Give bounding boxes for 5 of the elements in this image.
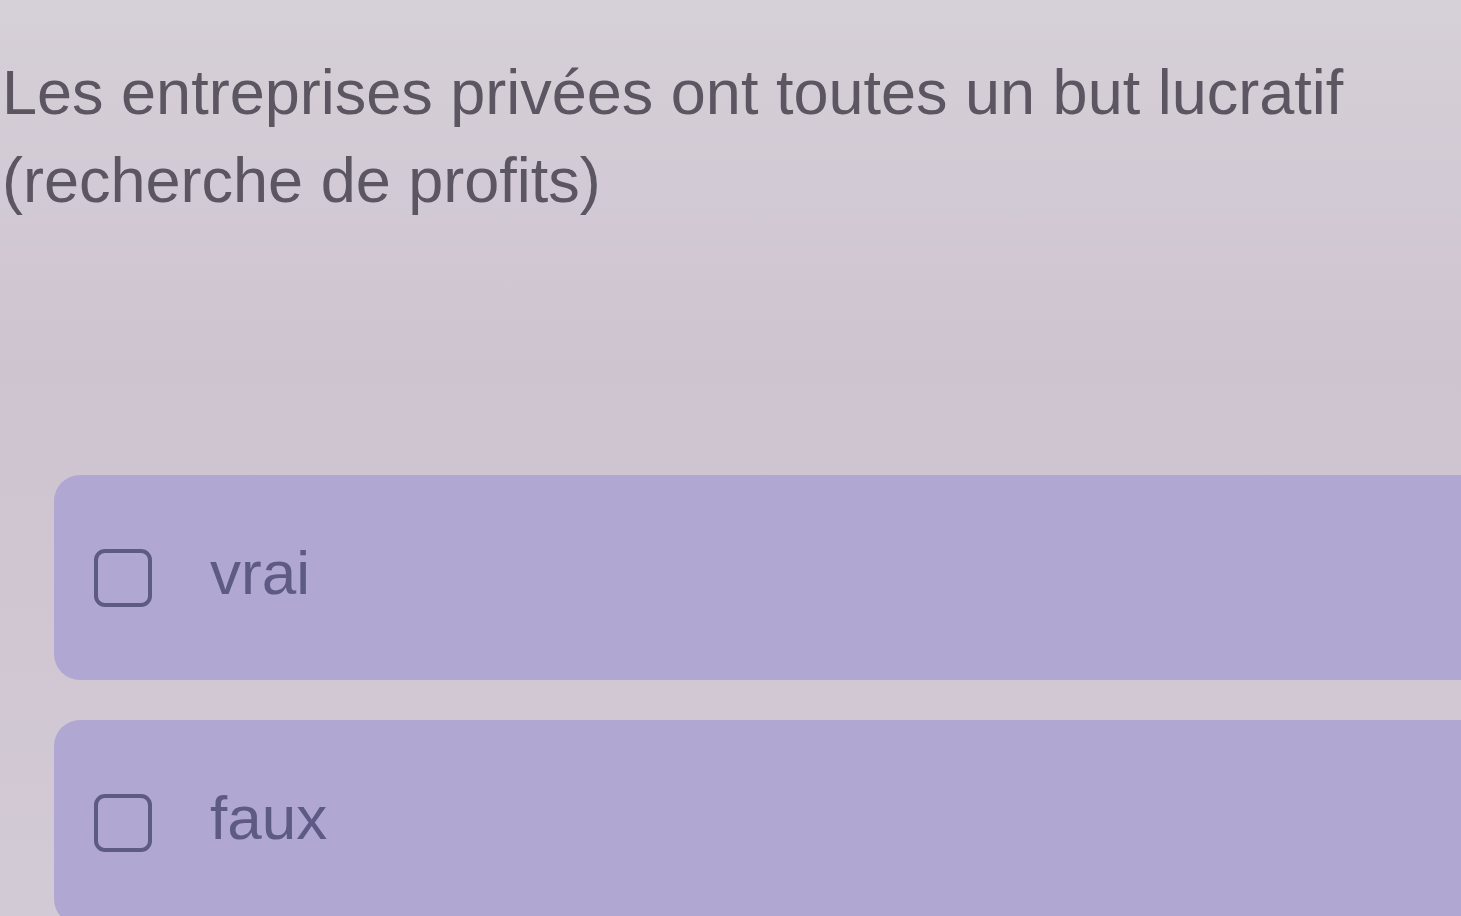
- answer-option[interactable]: faux: [54, 720, 1461, 916]
- question-text: Les entreprises privées ont toutes un but lucratif (recherche de profits): [2, 56, 1345, 217]
- answer-option[interactable]: vrai: [54, 475, 1461, 680]
- checkbox-icon[interactable]: [94, 548, 152, 607]
- checkbox-icon[interactable]: [94, 793, 152, 852]
